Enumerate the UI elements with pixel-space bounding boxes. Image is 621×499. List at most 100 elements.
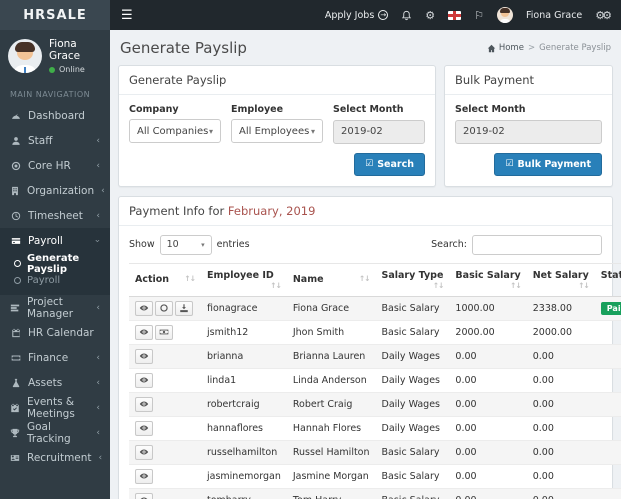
chevron-down-icon: ▾ [201,240,205,249]
sidebar-item-events-meetings[interactable]: Events & Meetings ‹ [0,395,110,420]
download-button[interactable] [175,300,193,316]
view-button[interactable] [135,468,153,484]
sidebar-item-goal-tracking[interactable]: Goal Tracking ‹ [0,420,110,445]
gear-icon[interactable]: ⚙ [425,10,435,21]
table-row: linda1 Linda Anderson Daily Wages 0.00 0.00 [129,367,621,392]
apply-jobs-button[interactable]: Apply Jobs → [325,10,389,21]
view-button[interactable] [135,492,153,499]
column-header-salary-type[interactable]: Salary Type ↑↓ [375,262,450,297]
net-salary-cell: 0.00 [526,391,595,416]
employee-id-cell: jasminemorgan [201,463,287,488]
column-header-basic-salary[interactable]: Basic Salary ↑↓ [449,262,527,297]
sidebar-item-label: Staff [28,134,53,147]
select-month-input[interactable] [333,119,425,144]
chevron-left-icon: ‹ [98,452,103,463]
sidebar-item-staff[interactable]: Staff ‹ [0,128,110,153]
view-button[interactable] [135,372,153,388]
trophy-icon [10,428,20,438]
online-status: Online [49,65,102,74]
column-header-action[interactable]: Action ↑↓ [129,262,201,297]
page-length-select[interactable]: 10 ▾ [159,234,212,255]
table-row: jasminemorgan Jasmine Morgan Basic Salary 0… [129,463,621,488]
calendar-icon [10,328,21,338]
basic-salary-cell: 2000.00 [449,319,527,344]
chevron-left-icon: ‹ [101,185,105,196]
cogs-icon[interactable]: ⚙⚙ [595,10,612,21]
bulk-payment-button[interactable]: ☑ Bulk Payment [494,152,602,176]
sort-icon: ↑↓ [510,280,522,290]
column-header-status[interactable]: Status↑↓ [594,262,621,297]
app-logo[interactable]: HRSALE [0,0,110,30]
status-cell [594,487,621,499]
sidebar-item-project-manager[interactable]: Project Manager ‹ [0,295,110,320]
search-button[interactable]: ☑ Search [354,152,425,176]
view-button[interactable] [135,396,153,412]
payment-month: February, 2019 [227,203,316,218]
action-cell [129,319,201,344]
view-button[interactable] [135,324,153,340]
action-cell [129,343,201,368]
salary-type-cell: Daily Wages [375,415,450,440]
employee-select[interactable]: All Employees ▾ [231,119,323,143]
net-salary-cell: 0.00 [526,367,595,392]
sidebar-subitem-generate-payslip[interactable]: Generate Payslip [0,253,110,275]
sidebar-item-payroll[interactable]: Payroll ‹ [0,228,110,253]
sidebar-item-core-hr[interactable]: Core HR ‹ [0,153,110,178]
salary-type-cell: Daily Wages [375,367,450,392]
sidebar-item-timesheet[interactable]: Timesheet ‹ [0,203,110,228]
user-icon [10,136,21,146]
bulk-month-input[interactable] [455,119,602,144]
table-controls: Show 10 ▾ entries Search: [129,234,602,255]
circle-o-icon [14,277,21,284]
chevron-down-icon: ▾ [310,126,315,136]
sidebar-item-recruitment[interactable]: Recruitment ‹ [0,445,110,470]
navbar-user-name[interactable]: Fiona Grace [526,10,582,21]
action-cell [129,391,201,416]
view-button[interactable] [135,444,153,460]
cash-button[interactable] [155,324,173,340]
avatar[interactable] [8,39,42,73]
building-icon [10,186,20,196]
bell-icon[interactable] [401,10,412,21]
employee-id-cell: robertcraig [201,391,287,416]
company-select[interactable]: All Companies ▾ [129,119,221,143]
employee-label: Employee [231,104,284,115]
bulk-payment-panel-title: Bulk Payment [445,66,612,95]
basic-salary-cell: 0.00 [449,463,527,488]
content-header: Generate Payslip Home > Generate Payslip [118,37,613,65]
circle-o-icon [14,260,21,267]
sidebar-item-dashboard[interactable]: Dashboard [0,103,110,128]
chevron-left-icon: ‹ [96,160,100,171]
view-button[interactable] [135,300,153,316]
sidebar-subitem-payroll[interactable]: Payroll [0,272,110,289]
employee-id-cell: hannaflores [201,415,287,440]
employee-id-cell: jsmith12 [201,319,287,344]
salary-type-cell: Basic Salary [375,295,450,320]
breadcrumb-home-link[interactable]: Home [487,43,524,53]
view-button[interactable] [135,420,153,436]
sidebar-item-organization[interactable]: Organization ‹ [0,178,110,203]
column-header-employee-id[interactable]: Employee ID ↑↓ [201,262,287,297]
sidebar-item-label: Events & Meetings [27,395,75,420]
table-search-input[interactable] [472,234,602,255]
hamburger-menu-icon[interactable]: ☰ [110,8,144,23]
sidebar-item-assets[interactable]: Assets ‹ [0,370,110,395]
navbar-right: Apply Jobs → ⚙ ⚐ Fiona Grace ⚙⚙ [325,7,621,23]
sidebar-item-finance[interactable]: Finance ‹ [0,345,110,370]
company-label: Company [129,104,179,115]
sort-icon: ↑↓ [432,280,445,290]
net-salary-cell: 2338.00 [526,295,595,320]
action-cell [129,439,201,464]
status-badge: Paid [600,301,621,315]
language-flag-icon[interactable] [448,10,462,20]
payment-button[interactable] [155,300,173,316]
basic-salary-cell: 0.00 [449,391,527,416]
navbar-avatar[interactable] [497,7,514,23]
action-cell [129,487,201,499]
column-header-net-salary[interactable]: Net Salary ↑↓ [526,262,595,297]
flag-icon[interactable]: ⚐ [474,10,484,21]
sort-icon: ↑↓ [578,280,590,290]
column-header-name[interactable]: Name ↑↓ [286,262,376,297]
sidebar-item-hr-calendar[interactable]: HR Calendar [0,320,110,345]
view-button[interactable] [135,348,153,364]
